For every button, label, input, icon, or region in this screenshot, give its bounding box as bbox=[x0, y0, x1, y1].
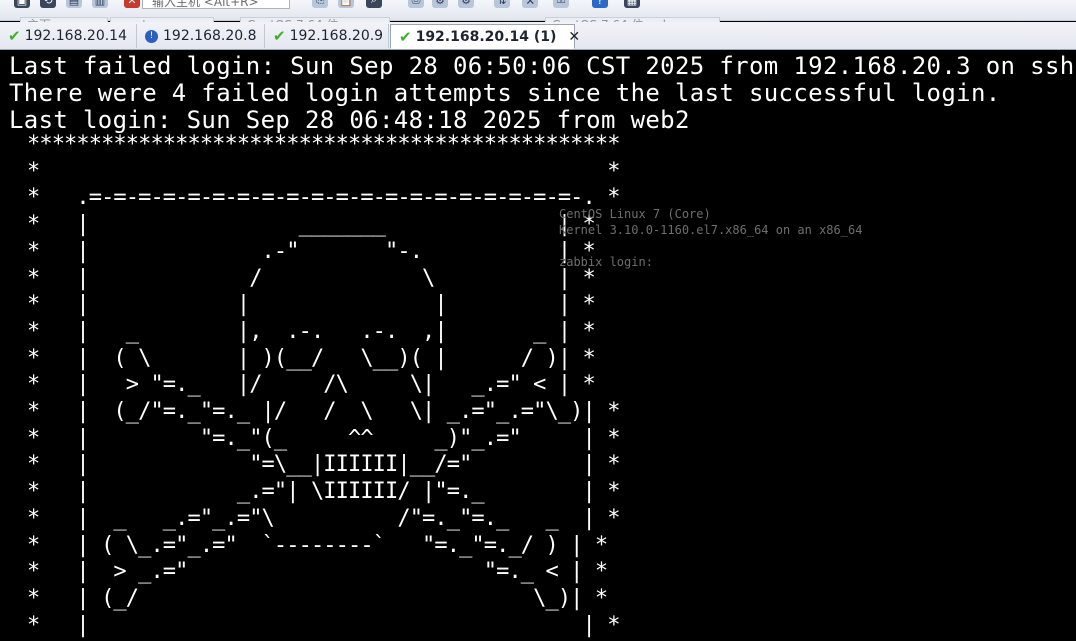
session-tab-bar: ✔ 192.168.20.14 ! 192.168.20.8 ✔ 192.168… bbox=[0, 22, 1076, 50]
connected-check-icon: ✔ bbox=[8, 27, 21, 45]
key-icon[interactable]: ⚿ bbox=[553, 0, 569, 8]
tab-label: 192.168.20.14 (1) bbox=[415, 28, 557, 45]
close-tab-icon[interactable]: ✕ bbox=[568, 29, 580, 45]
help-icon[interactable]: ? bbox=[592, 0, 608, 8]
paste-icon[interactable]: 📋 bbox=[338, 0, 354, 8]
new-session-icon[interactable]: ▣ bbox=[14, 0, 30, 8]
failed-attempts-line: There were 4 failed login attempts since… bbox=[9, 79, 1001, 107]
tab-192-168-20-14-1[interactable]: ✔ 192.168.20.14 (1) ✕ bbox=[390, 24, 580, 49]
overlay-login-prompt: zabbix login: bbox=[559, 255, 653, 269]
warning-icon: ! bbox=[145, 29, 158, 43]
terminal-app-window: ▣ ⟲ ▤ ▥ ✕ 输入主机 <Alt+R> ⎘ 📋 ⌕ ⎙ ⚙ ⚙ ⇅ ⚒ ⚿… bbox=[0, 0, 1076, 641]
overlay-kernel-line: Kernel 3.10.0-1160.el7.x86_64 on an x86_… bbox=[559, 223, 863, 237]
tab-label: 192.168.20.8 bbox=[163, 28, 257, 44]
disconnect-icon[interactable]: ▥ bbox=[92, 0, 108, 8]
copy-icon[interactable]: ⎘ bbox=[312, 0, 328, 8]
quick-connect-input[interactable]: 输入主机 <Alt+R> bbox=[142, 0, 290, 9]
last-login-line: Last login: Sun Sep 28 06:48:18 2025 fro… bbox=[9, 106, 690, 134]
tools-icon[interactable]: ⚒ bbox=[522, 0, 538, 8]
tab-192-168-20-9[interactable]: ✔ 192.168.20.9 bbox=[265, 24, 389, 48]
session-options-icon[interactable]: ⚙ bbox=[432, 0, 448, 8]
tab-192-168-20-8[interactable]: ! 192.168.20.8 bbox=[137, 24, 265, 48]
tab-label: 192.168.20.14 bbox=[24, 28, 128, 44]
connected-check-icon: ✔ bbox=[273, 27, 286, 45]
connected-check-icon: ✔ bbox=[399, 27, 412, 46]
close-session-icon[interactable]: ✕ bbox=[124, 0, 140, 8]
reconnect-icon[interactable]: ⟲ bbox=[40, 0, 56, 8]
terminal-output[interactable]: Last failed login: Sun Sep 28 06:50:06 C… bbox=[0, 49, 1076, 641]
global-options-icon[interactable]: ⚙ bbox=[458, 0, 474, 8]
sftp-icon[interactable]: ⇅ bbox=[494, 0, 510, 8]
skull-ascii-banner: ****************************************… bbox=[27, 132, 620, 641]
tab-label: 192.168.20.9 bbox=[289, 28, 384, 44]
failed-login-line: Last failed login: Sun Sep 28 06:50:06 C… bbox=[9, 52, 1076, 80]
overlay-os-line: CentOS Linux 7 (Core) bbox=[559, 207, 711, 221]
print-icon[interactable]: ⎙ bbox=[408, 0, 424, 8]
connect-icon[interactable]: ▤ bbox=[66, 0, 82, 8]
screenshot-icon[interactable]: ▦ bbox=[624, 0, 640, 8]
find-icon[interactable]: ⌕ bbox=[366, 0, 382, 8]
tab-192-168-20-14[interactable]: ✔ 192.168.20.14 bbox=[0, 24, 137, 48]
